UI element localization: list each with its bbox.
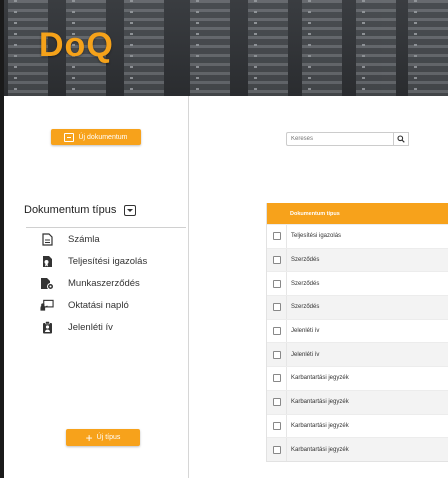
search-input[interactable] xyxy=(286,132,394,146)
table-header: Dokumentum típus xyxy=(267,203,448,224)
server-rack-decoration xyxy=(302,0,342,96)
row-checkbox[interactable] xyxy=(272,421,281,430)
row-doctype: Szerződés xyxy=(291,257,320,264)
document-table: Dokumentum típus Teljesítési igazolás Sz… xyxy=(266,203,448,462)
table-row[interactable]: Karbantartási jegyzék xyxy=(267,413,448,438)
row-doctype: Szerződés xyxy=(291,280,320,287)
app-frame: DoQ Új dokumentum Dokumentum típus Száml… xyxy=(4,0,448,478)
search-button[interactable] xyxy=(394,132,409,146)
table-row[interactable]: Szerződés xyxy=(267,271,448,296)
new-type-button[interactable]: + Új típus xyxy=(66,429,140,446)
type-item-jelenleti[interactable]: Jelenléti ív xyxy=(26,316,186,338)
server-rack-decoration xyxy=(124,0,164,96)
type-item-szamla[interactable]: Számla xyxy=(26,228,186,250)
row-doctype: Karbantartási jegyzék xyxy=(291,422,349,429)
new-type-label: Új típus xyxy=(96,434,121,441)
app-logo[interactable]: DoQ xyxy=(39,26,114,65)
header-banner: DoQ xyxy=(4,0,448,96)
table-row[interactable]: Szerződés xyxy=(267,247,448,272)
server-rack-decoration xyxy=(190,0,230,96)
table-row[interactable]: Jelenléti ív xyxy=(267,318,448,343)
sidebar: Új dokumentum Dokumentum típus Számla Te… xyxy=(4,96,189,478)
row-doctype: Teljesítési igazolás xyxy=(291,233,342,240)
type-item-munkaszerzodes[interactable]: Munkaszerződés xyxy=(26,272,186,294)
type-item-label: Teljesítési igazolás xyxy=(68,255,148,267)
column-header-doctype[interactable]: Dokumentum típus xyxy=(286,211,340,217)
row-doctype: Karbantartási jegyzék xyxy=(291,446,349,453)
type-list: Számla Teljesítési igazolás Munkaszerződ… xyxy=(26,227,186,338)
table-row[interactable]: Teljesítési igazolás xyxy=(267,224,448,248)
table-row[interactable]: Karbantartási jegyzék xyxy=(267,366,448,390)
search-icon xyxy=(397,135,405,143)
type-item-label: Számla xyxy=(68,233,100,245)
type-item-label: Jelenléti ív xyxy=(68,321,113,333)
clipboard-user-icon xyxy=(40,320,54,334)
row-checkbox[interactable] xyxy=(272,374,281,383)
row-doctype: Karbantartási jegyzék xyxy=(291,399,349,406)
type-item-oktatasi[interactable]: Oktatási napló xyxy=(26,294,186,316)
row-checkbox[interactable] xyxy=(272,232,281,241)
row-checkbox[interactable] xyxy=(272,350,281,359)
new-document-button[interactable]: Új dokumentum xyxy=(51,129,141,145)
plus-icon: + xyxy=(85,430,93,445)
row-checkbox[interactable] xyxy=(272,303,281,312)
header-checkbox-cell xyxy=(267,203,286,224)
row-doctype: Szerződés xyxy=(291,304,320,311)
search-bar xyxy=(286,132,409,146)
server-rack-decoration xyxy=(356,0,396,96)
server-rack-decoration xyxy=(248,0,288,96)
row-checkbox[interactable] xyxy=(272,327,281,336)
table-row[interactable]: Karbantartási jegyzék xyxy=(267,389,448,414)
table-row[interactable]: Szerződés xyxy=(267,295,448,319)
row-doctype: Jelenléti ív xyxy=(291,328,320,335)
new-document-icon xyxy=(64,132,75,142)
teacher-board-icon xyxy=(40,298,54,312)
type-item-teljesitesi[interactable]: Teljesítési igazolás xyxy=(26,250,186,272)
type-item-label: Munkaszerződés xyxy=(68,277,140,289)
document-icon xyxy=(40,232,54,246)
row-checkbox[interactable] xyxy=(272,256,281,265)
row-doctype: Karbantartási jegyzék xyxy=(291,375,349,382)
row-checkbox[interactable] xyxy=(272,398,281,407)
doctype-header: Dokumentum típus xyxy=(24,202,164,218)
table-row[interactable]: Jelenléti ív xyxy=(267,342,448,367)
new-document-label: Új dokumentum xyxy=(78,133,128,141)
file-certificate-icon xyxy=(40,254,54,268)
chevron-down-icon[interactable] xyxy=(124,204,137,216)
table-row[interactable]: Karbantartási jegyzék xyxy=(267,437,448,461)
row-doctype: Jelenléti ív xyxy=(291,351,320,358)
type-item-label: Oktatási napló xyxy=(68,299,129,311)
row-checkbox[interactable] xyxy=(272,445,281,454)
server-rack-decoration xyxy=(408,0,448,96)
doctype-title: Dokumentum típus xyxy=(24,204,117,216)
contract-settings-icon xyxy=(40,276,54,290)
row-checkbox[interactable] xyxy=(272,279,281,288)
